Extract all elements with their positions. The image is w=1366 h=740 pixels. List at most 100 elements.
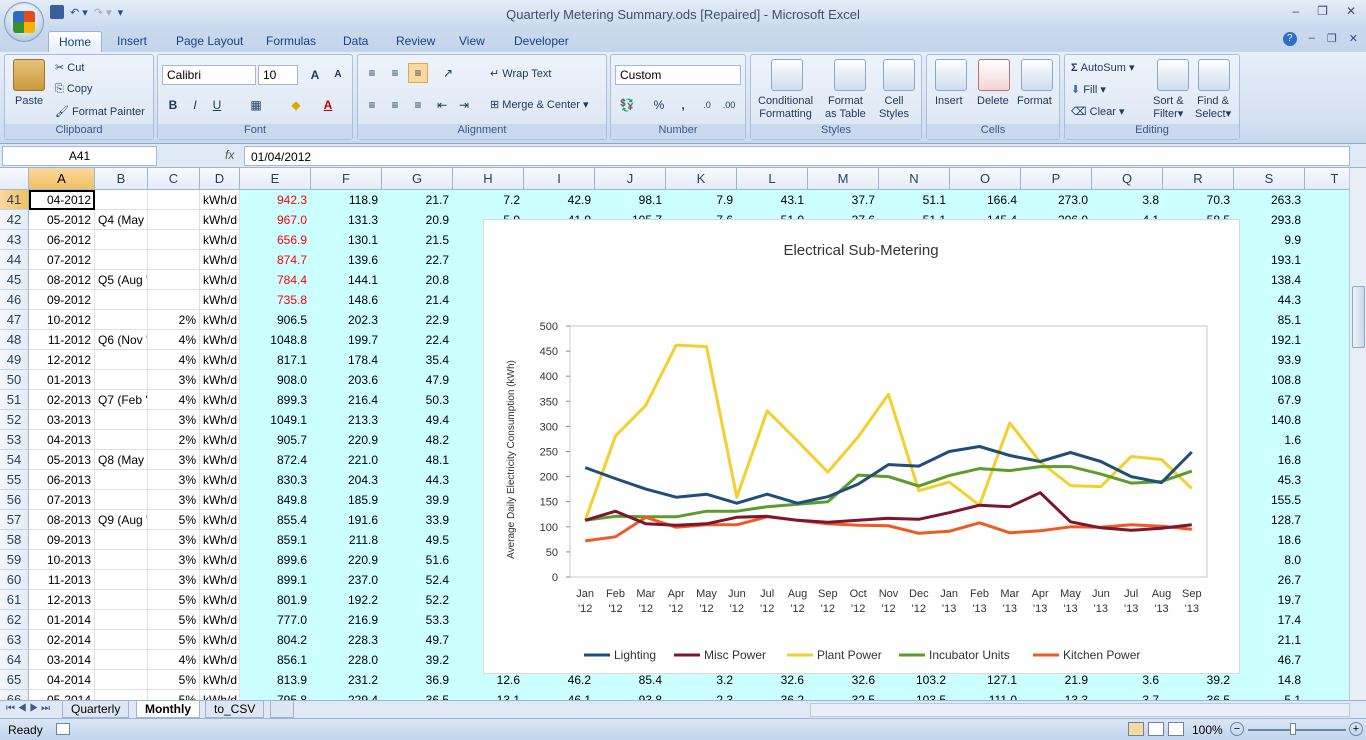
table-cell[interactable]: 07-2013 bbox=[29, 490, 95, 510]
insert-button[interactable]: Insert bbox=[935, 95, 963, 107]
table-cell[interactable]: 140.8 bbox=[1234, 410, 1305, 430]
table-cell[interactable]: 35.4 bbox=[382, 350, 453, 370]
tab-view[interactable]: View bbox=[449, 31, 495, 52]
table-cell[interactable]: 33.9 bbox=[382, 510, 453, 530]
align-top-icon[interactable]: ≡ bbox=[362, 63, 382, 83]
table-cell[interactable] bbox=[1305, 190, 1349, 210]
table-cell[interactable] bbox=[1305, 250, 1349, 270]
align-left-icon[interactable]: ≡ bbox=[362, 95, 382, 115]
table-cell[interactable]: 5% bbox=[148, 590, 200, 610]
tab-formulas[interactable]: Formulas bbox=[256, 31, 326, 52]
comma-button[interactable]: , bbox=[673, 95, 693, 115]
align-right-icon[interactable]: ≡ bbox=[408, 95, 428, 115]
row-header[interactable]: 57 bbox=[0, 510, 29, 530]
table-cell[interactable]: 03-2013 bbox=[29, 410, 95, 430]
table-cell[interactable]: kWh/d bbox=[200, 190, 240, 210]
column-header[interactable]: L bbox=[737, 168, 808, 190]
row-header[interactable]: 61 bbox=[0, 590, 29, 610]
table-cell[interactable] bbox=[1305, 630, 1349, 650]
row-header[interactable]: 53 bbox=[0, 430, 29, 450]
table-cell[interactable]: 06-2012 bbox=[29, 230, 95, 250]
format-cells-icon[interactable] bbox=[1021, 59, 1053, 91]
percent-button[interactable]: % bbox=[649, 95, 669, 115]
table-cell[interactable] bbox=[1305, 690, 1349, 700]
row-header[interactable]: 49 bbox=[0, 350, 29, 370]
table-cell[interactable]: 51.1 bbox=[879, 190, 950, 210]
table-cell[interactable]: 3.8 bbox=[1092, 190, 1163, 210]
table-cell[interactable]: 118.9 bbox=[311, 190, 382, 210]
conditional-formatting-icon[interactable] bbox=[771, 59, 803, 91]
row-header[interactable]: 64 bbox=[0, 650, 29, 670]
page-layout-view-icon[interactable] bbox=[1148, 722, 1164, 736]
table-cell[interactable]: 139.6 bbox=[311, 250, 382, 270]
zoom-level[interactable]: 100% bbox=[1192, 723, 1223, 737]
table-cell[interactable]: 2% bbox=[148, 310, 200, 330]
table-cell[interactable]: 801.9 bbox=[240, 590, 311, 610]
sheet-nav-icon[interactable]: ⏮ ◀ ▶ ⏭ bbox=[6, 703, 50, 714]
table-cell[interactable]: 1048.8 bbox=[240, 330, 311, 350]
orientation-icon[interactable]: ↗ bbox=[438, 63, 458, 83]
table-cell[interactable]: 20.8 bbox=[382, 270, 453, 290]
bold-button[interactable]: B bbox=[163, 95, 183, 115]
align-bottom-icon[interactable]: ≡ bbox=[408, 63, 428, 83]
table-cell[interactable] bbox=[1305, 510, 1349, 530]
table-cell[interactable]: 52.4 bbox=[382, 570, 453, 590]
binoculars-icon[interactable] bbox=[1198, 59, 1230, 91]
table-cell[interactable]: 2% bbox=[148, 430, 200, 450]
table-cell[interactable]: 166.4 bbox=[950, 190, 1021, 210]
table-cell[interactable]: 45.3 bbox=[1234, 470, 1305, 490]
table-cell[interactable] bbox=[95, 290, 148, 310]
tab-data[interactable]: Data bbox=[333, 31, 378, 52]
table-cell[interactable]: kWh/d bbox=[200, 550, 240, 570]
table-cell[interactable]: 131.3 bbox=[311, 210, 382, 230]
increase-indent-icon[interactable]: ⇥ bbox=[454, 95, 474, 115]
table-cell[interactable]: kWh/d bbox=[200, 470, 240, 490]
merge-center-button[interactable]: ⊞ Merge & Center ▾ bbox=[490, 98, 589, 111]
table-cell[interactable] bbox=[148, 270, 200, 290]
paste-button[interactable]: Paste bbox=[15, 95, 43, 107]
column-header[interactable]: B bbox=[95, 168, 148, 190]
table-cell[interactable]: 70.3 bbox=[1163, 190, 1234, 210]
font-name-combo[interactable]: Calibri bbox=[162, 65, 256, 85]
table-cell[interactable]: 138.4 bbox=[1234, 270, 1305, 290]
table-cell[interactable]: kWh/d bbox=[200, 390, 240, 410]
table-cell[interactable]: 5% bbox=[148, 690, 200, 700]
table-cell[interactable]: 263.3 bbox=[1234, 190, 1305, 210]
table-cell[interactable]: 53.3 bbox=[382, 610, 453, 630]
table-cell[interactable]: 09-2013 bbox=[29, 530, 95, 550]
table-cell[interactable]: 1.6 bbox=[1234, 430, 1305, 450]
column-header[interactable]: Q bbox=[1092, 168, 1163, 190]
table-cell[interactable]: 37.7 bbox=[808, 190, 879, 210]
table-cell[interactable] bbox=[148, 250, 200, 270]
table-cell[interactable]: 4% bbox=[148, 330, 200, 350]
table-cell[interactable]: 856.1 bbox=[240, 650, 311, 670]
table-cell[interactable]: kWh/d bbox=[200, 450, 240, 470]
table-cell[interactable]: 795.8 bbox=[240, 690, 311, 700]
table-cell[interactable]: kWh/d bbox=[200, 630, 240, 650]
table-cell[interactable]: 130.1 bbox=[311, 230, 382, 250]
sort-filter-button[interactable]: Sort & Filter▾ bbox=[1153, 95, 1184, 121]
table-cell[interactable]: kWh/d bbox=[200, 350, 240, 370]
table-cell[interactable] bbox=[1305, 290, 1349, 310]
table-cell[interactable]: kWh/d bbox=[200, 370, 240, 390]
table-cell[interactable]: 11-2012 bbox=[29, 330, 95, 350]
table-cell[interactable]: 4% bbox=[148, 650, 200, 670]
table-cell[interactable]: 3% bbox=[148, 450, 200, 470]
table-cell[interactable]: 04-2014 bbox=[29, 670, 95, 690]
vertical-scroll-thumb[interactable] bbox=[1352, 286, 1365, 348]
horizontal-scrollbar[interactable] bbox=[810, 703, 1350, 717]
table-cell[interactable] bbox=[1305, 530, 1349, 550]
align-middle-icon[interactable]: ≡ bbox=[385, 63, 405, 83]
zoom-slider[interactable] bbox=[1248, 729, 1346, 731]
table-cell[interactable] bbox=[1305, 270, 1349, 290]
row-header[interactable]: 50 bbox=[0, 370, 29, 390]
table-cell[interactable]: 13.1 bbox=[453, 690, 524, 700]
table-cell[interactable]: 231.2 bbox=[311, 670, 382, 690]
find-select-button[interactable]: Find & Select▾ bbox=[1195, 95, 1231, 121]
table-cell[interactable]: 08-2013 bbox=[29, 510, 95, 530]
table-cell[interactable]: 4% bbox=[148, 390, 200, 410]
cell-styles-icon[interactable] bbox=[883, 59, 915, 91]
fill-button[interactable]: ⬇ Fill ▾ bbox=[1071, 83, 1106, 96]
row-header[interactable]: 45 bbox=[0, 270, 29, 290]
table-cell[interactable]: 52.2 bbox=[382, 590, 453, 610]
